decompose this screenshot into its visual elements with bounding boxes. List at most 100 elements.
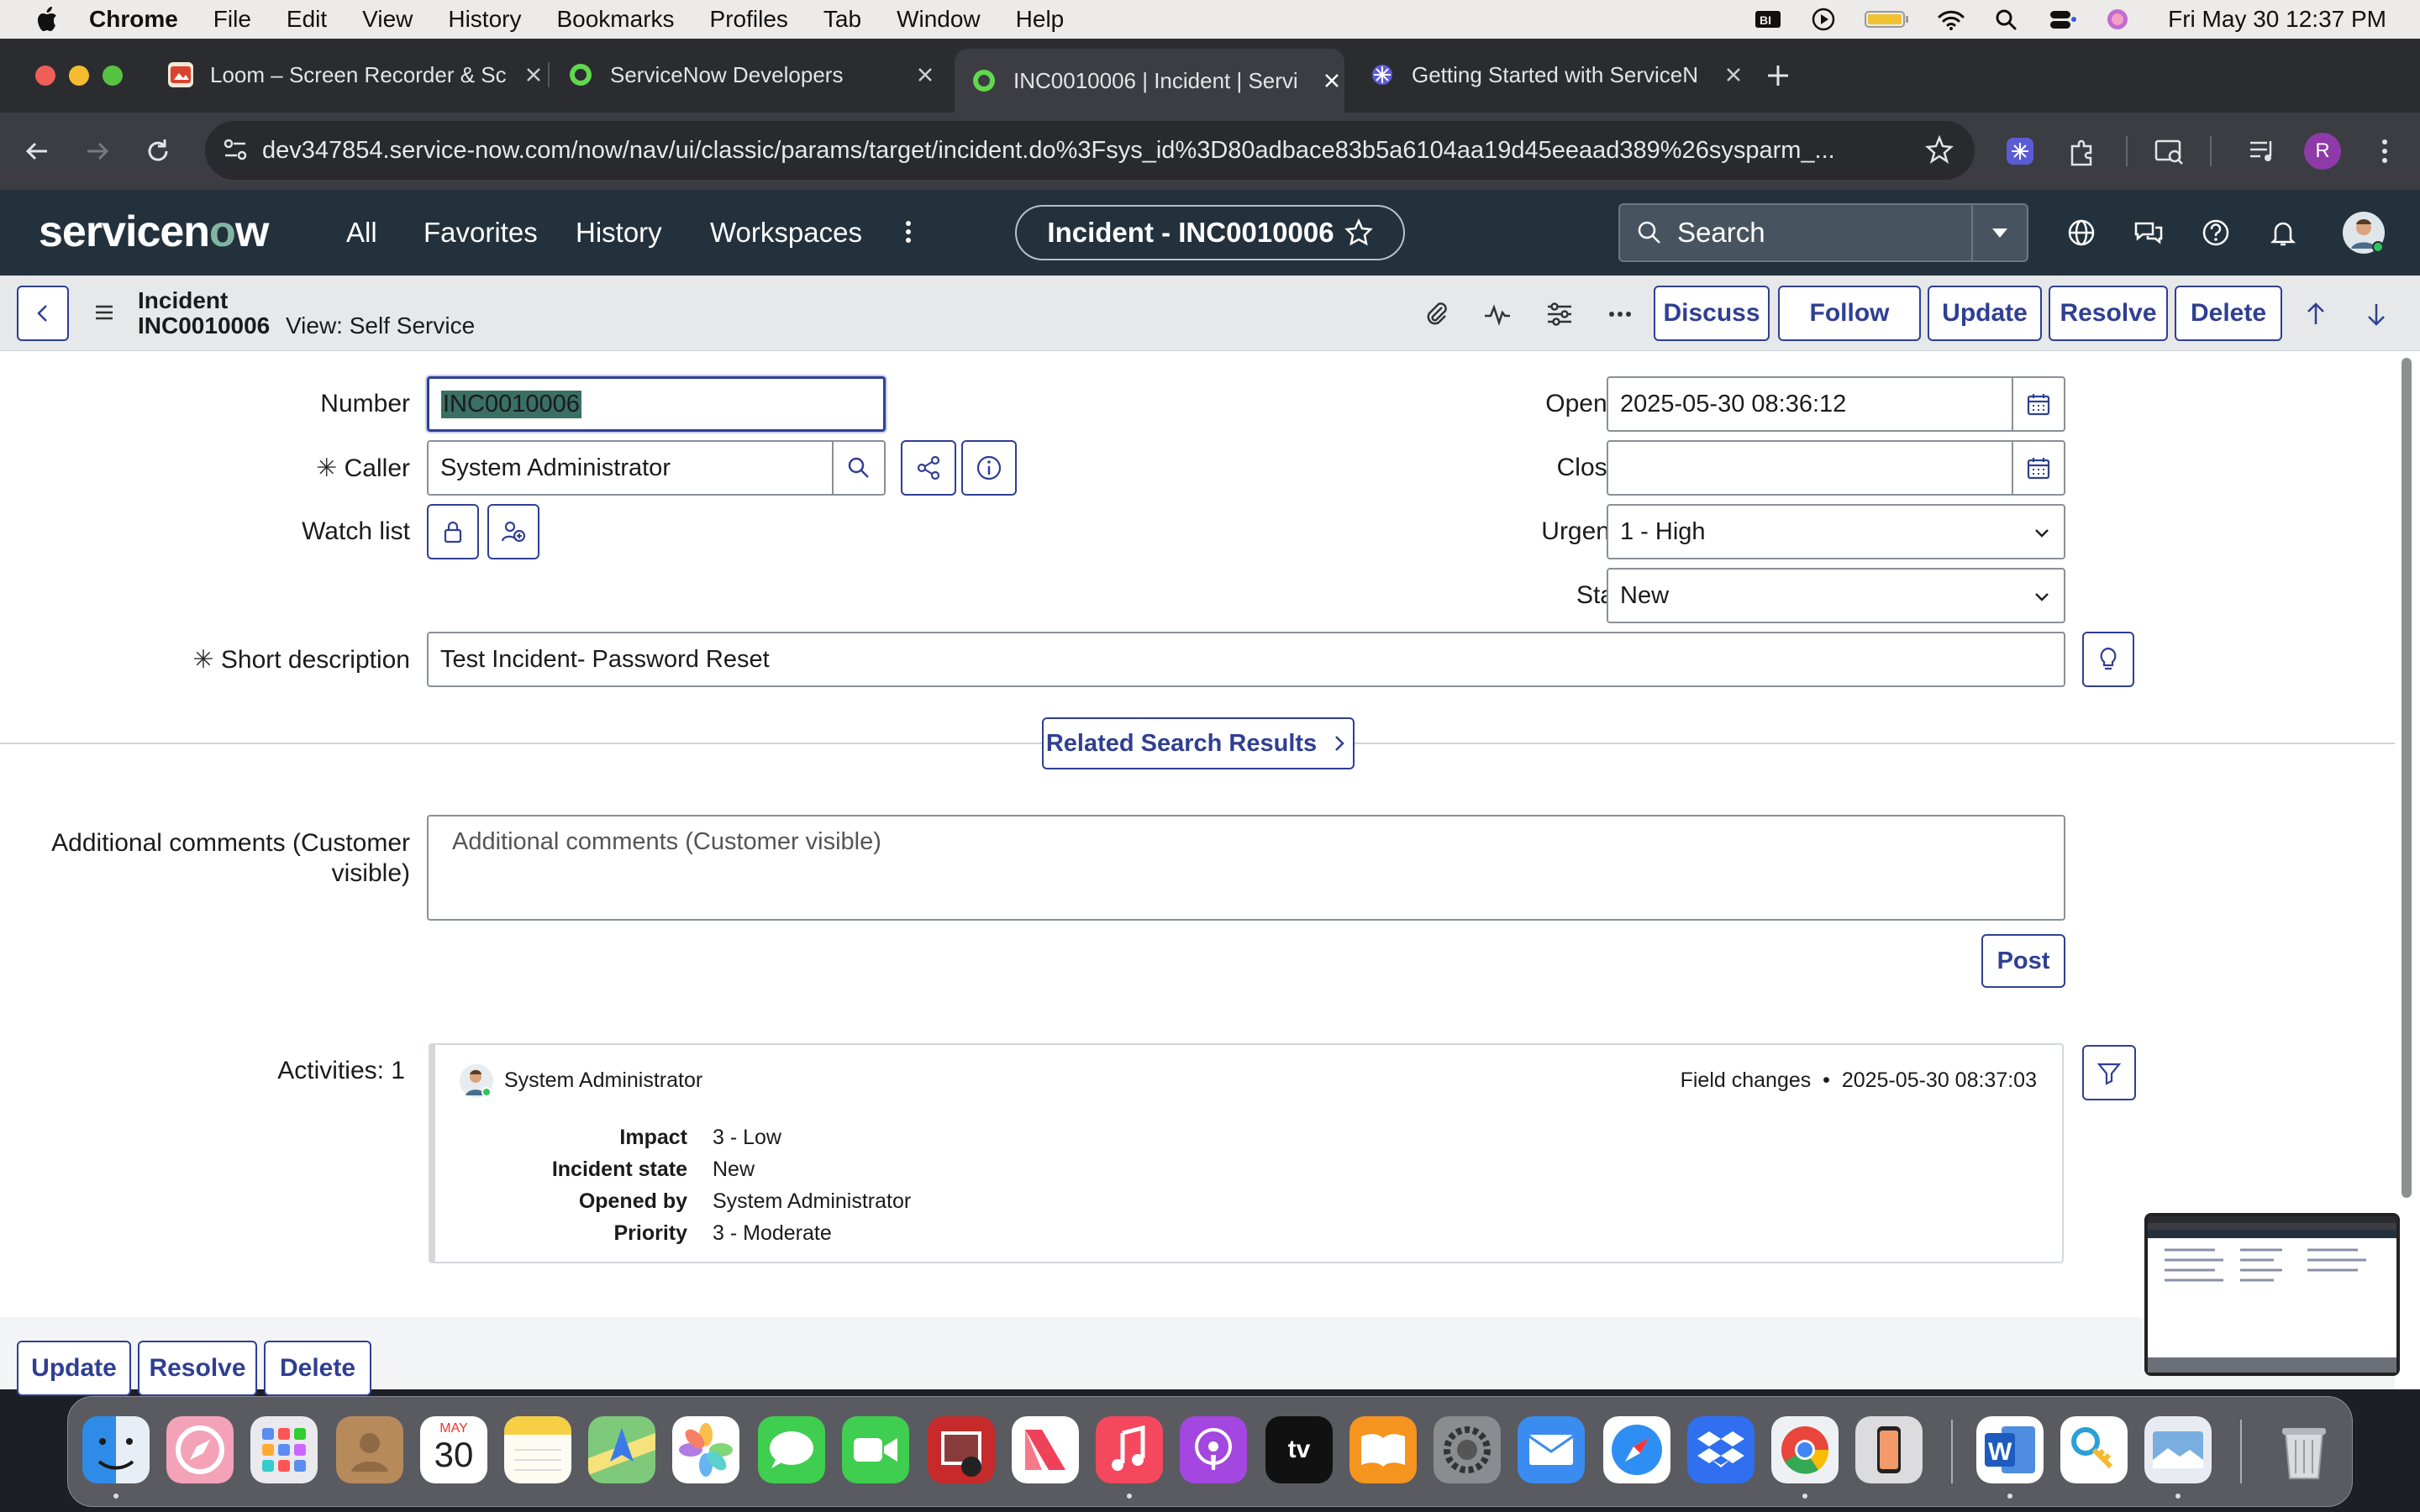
microsoft-word-icon[interactable]: W	[1976, 1416, 2044, 1483]
update-button-top[interactable]: Update	[1928, 286, 2042, 341]
additional-comments-textarea[interactable]: Additional comments (Customer visible)	[427, 815, 2065, 921]
favorite-star-icon[interactable]	[1344, 218, 1373, 247]
caller-info-button[interactable]	[961, 440, 1017, 496]
closed-field[interactable]	[1607, 440, 2065, 496]
attachment-paperclip-icon[interactable]	[1422, 299, 1452, 329]
books-icon[interactable]	[1349, 1416, 1417, 1483]
notes-icon[interactable]	[504, 1416, 571, 1483]
podcasts-icon[interactable]	[1180, 1416, 1247, 1483]
servicenow-logo[interactable]: servicenow	[39, 207, 269, 257]
iphone-mirroring-icon[interactable]	[1855, 1416, 1923, 1483]
apple-tv-icon[interactable]: tv	[1265, 1416, 1333, 1483]
media-controls-icon[interactable]	[2245, 134, 2279, 168]
more-options-ellipsis-icon[interactable]	[1605, 299, 1635, 329]
window-zoom-button[interactable]	[103, 66, 123, 86]
site-settings-icon[interactable]	[220, 134, 250, 165]
extension-ai-icon[interactable]	[2003, 134, 2037, 168]
number-field[interactable]: INC0010006	[427, 376, 886, 432]
menu-window[interactable]: Window	[897, 6, 981, 33]
nav-favorites[interactable]: Favorites	[424, 217, 538, 249]
user-avatar[interactable]	[2341, 210, 2386, 255]
page-scrollbar[interactable]	[2402, 358, 2412, 1198]
chat-icon[interactable]	[2133, 217, 2165, 249]
chrome-menu-kebab-icon[interactable]	[2368, 134, 2402, 168]
menu-app-chrome[interactable]: Chrome	[89, 6, 178, 33]
search-scope-dropdown[interactable]	[1971, 205, 2027, 260]
close-icon[interactable]	[521, 62, 546, 87]
apple-icon[interactable]	[34, 5, 59, 34]
nav-history[interactable]: History	[576, 217, 662, 249]
tab-getting-started[interactable]: Getting Started with ServiceN	[1353, 49, 1746, 101]
screenshot-thumbnail[interactable]	[2144, 1213, 2400, 1376]
help-icon[interactable]	[2200, 217, 2232, 249]
window-close-button[interactable]	[35, 66, 55, 86]
caller-hierarchy-button[interactable]	[901, 440, 956, 496]
chrome-icon[interactable]	[1771, 1416, 1839, 1483]
menu-profiles[interactable]: Profiles	[710, 6, 788, 33]
watch-list-unlock-button[interactable]	[427, 504, 479, 559]
update-button-bottom[interactable]: Update	[17, 1341, 131, 1396]
short-description-field[interactable]: Test Incident- Password Reset	[427, 632, 2065, 687]
global-search-input[interactable]: Search	[1618, 203, 2028, 262]
wifi-icon[interactable]	[1936, 7, 1966, 32]
passwords-keychain-icon[interactable]	[2060, 1416, 2128, 1483]
activity-pulse-icon[interactable]	[1482, 299, 1512, 329]
opened-calendar-button[interactable]	[2012, 378, 2064, 430]
discuss-button[interactable]: Discuss	[1654, 286, 1770, 341]
nav-workspaces[interactable]: Workspaces	[710, 217, 862, 249]
photos-icon[interactable]	[672, 1416, 739, 1483]
calendar-app-icon[interactable]: MAY 30	[420, 1416, 487, 1483]
menu-edit[interactable]: Edit	[287, 6, 327, 33]
trash-icon[interactable]	[2270, 1416, 2338, 1483]
control-center-icon[interactable]	[2047, 7, 2077, 32]
post-button[interactable]: Post	[1981, 934, 2065, 988]
caller-lookup-button[interactable]	[832, 442, 884, 494]
preview-icon[interactable]	[2144, 1416, 2212, 1483]
messages-icon[interactable]	[758, 1416, 825, 1483]
menu-help[interactable]: Help	[1016, 6, 1065, 33]
forward-arrow-icon[interactable]	[81, 134, 114, 168]
close-icon[interactable]	[1319, 68, 1344, 93]
context-title-pill[interactable]: Incident - INC0010006	[1015, 205, 1405, 260]
related-search-results-button[interactable]: Related Search Results	[1042, 717, 1355, 769]
window-minimize-button[interactable]	[69, 66, 89, 86]
urgency-select[interactable]: 1 - High	[1607, 504, 2065, 559]
close-icon[interactable]	[913, 62, 938, 87]
maps-icon[interactable]	[588, 1416, 655, 1483]
profile-avatar[interactable]: R	[2304, 133, 2341, 170]
suggestion-button[interactable]	[2082, 632, 2134, 687]
menu-clock[interactable]: Fri May 30 12:37 PM	[2168, 6, 2386, 33]
contacts-icon[interactable]	[336, 1416, 403, 1483]
play-icon[interactable]	[1808, 7, 1839, 32]
menu-tab[interactable]: Tab	[823, 6, 861, 33]
tab-search-icon[interactable]	[2153, 134, 2186, 168]
opened-field[interactable]: 2025-05-30 08:36:12	[1607, 376, 2065, 432]
safari-alt-icon[interactable]	[166, 1416, 234, 1483]
context-menu-hamburger-icon[interactable]	[89, 297, 119, 328]
menu-view[interactable]: View	[362, 6, 413, 33]
tab-incident-active[interactable]: INC0010006 | Incident | Servi	[955, 49, 1344, 113]
launchpad-icon[interactable]	[250, 1416, 318, 1483]
reload-icon[interactable]	[141, 134, 175, 168]
extensions-puzzle-icon[interactable]	[2065, 134, 2099, 168]
notifications-bell-icon[interactable]	[2267, 217, 2299, 249]
close-icon[interactable]	[1721, 62, 1746, 87]
address-bar[interactable]: dev347854.service-now.com/now/nav/ui/cla…	[205, 121, 1975, 180]
personalize-sliders-icon[interactable]	[1544, 299, 1575, 329]
news-icon[interactable]	[1012, 1416, 1079, 1483]
menu-file[interactable]: File	[213, 6, 251, 33]
bookmark-star-icon[interactable]	[1924, 134, 1954, 165]
follow-button[interactable]: Follow	[1778, 286, 1921, 341]
previous-record-arrow-up-icon[interactable]	[2301, 299, 2331, 329]
delete-button-bottom[interactable]: Delete	[264, 1341, 371, 1396]
music-icon[interactable]	[1096, 1416, 1163, 1483]
delete-button-top[interactable]: Delete	[2175, 286, 2282, 341]
nav-all[interactable]: All	[346, 217, 377, 249]
facetime-icon[interactable]	[842, 1416, 909, 1483]
more-menu-kebab-icon[interactable]	[892, 215, 924, 249]
spotlight-search-icon[interactable]	[1991, 7, 2022, 32]
menu-history[interactable]: History	[448, 6, 521, 33]
dropbox-icon[interactable]	[1687, 1416, 1754, 1483]
tab-loom[interactable]: Loom – Screen Recorder & Sc	[151, 49, 546, 101]
resolve-button-top[interactable]: Resolve	[2049, 286, 2168, 341]
